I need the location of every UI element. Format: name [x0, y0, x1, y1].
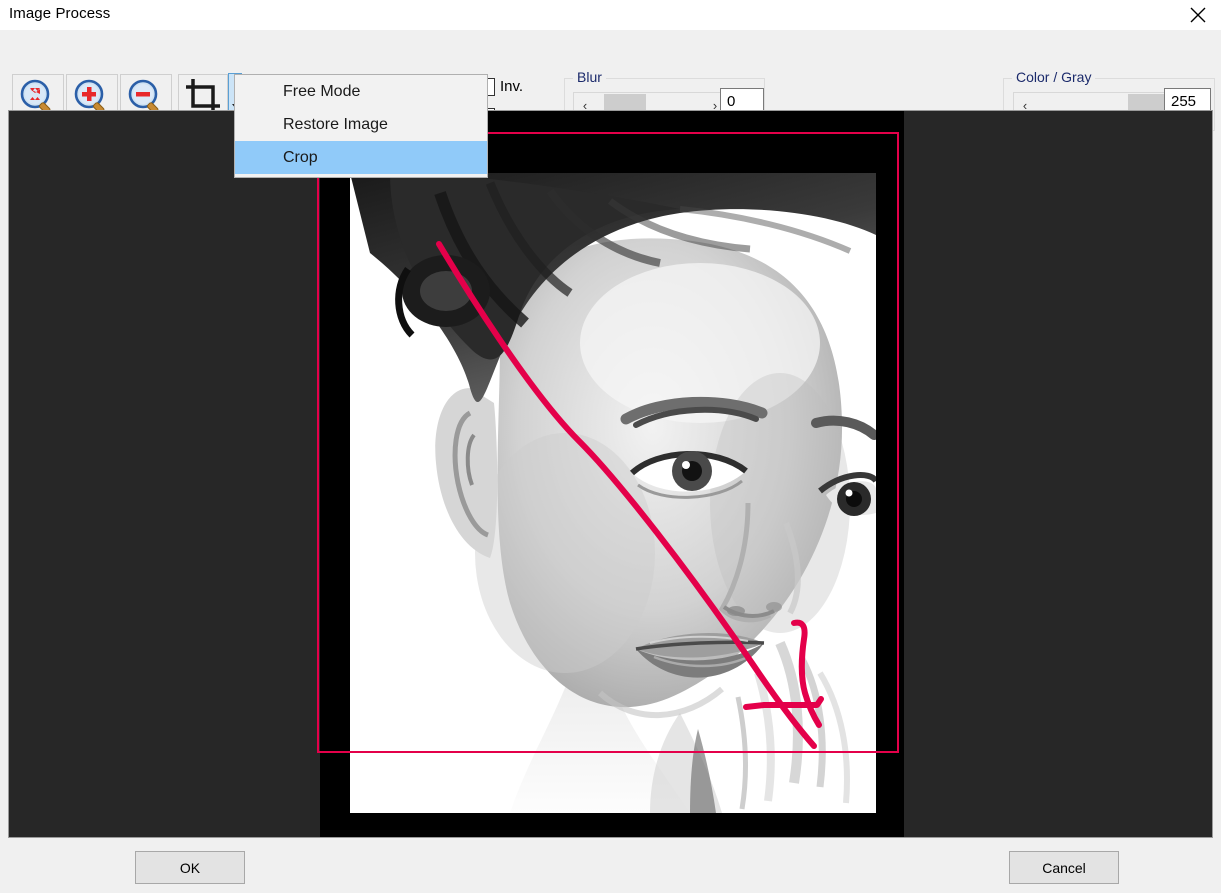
- blur-group-label: Blur: [573, 69, 606, 85]
- photo-image: [350, 173, 876, 813]
- menu-item-restore-image[interactable]: Restore Image: [235, 108, 487, 141]
- image-process-dialog: Image Process: [0, 0, 1221, 893]
- close-icon: [1190, 7, 1206, 23]
- close-button[interactable]: [1175, 0, 1221, 30]
- crop-mode-menu[interactable]: Free Mode Restore Image Crop: [234, 74, 488, 178]
- toolbar: Inv. Frame Blur ‹ › 0 Color / Gray ‹ › 2…: [0, 30, 1221, 106]
- invert-checkbox-label: Inv.: [500, 78, 523, 95]
- title-bar: Image Process: [0, 0, 1221, 30]
- photo-frame: RasVector Inc.: [320, 111, 904, 838]
- menu-item-free-mode[interactable]: Free Mode: [235, 75, 487, 108]
- cancel-button[interactable]: Cancel: [1009, 851, 1119, 884]
- page-title: Image Process: [9, 5, 110, 22]
- color-gray-group-label: Color / Gray: [1012, 69, 1095, 85]
- image-canvas[interactable]: RasVector Inc.: [8, 110, 1213, 838]
- menu-item-crop[interactable]: Crop: [235, 141, 487, 174]
- ok-button[interactable]: OK: [135, 851, 245, 884]
